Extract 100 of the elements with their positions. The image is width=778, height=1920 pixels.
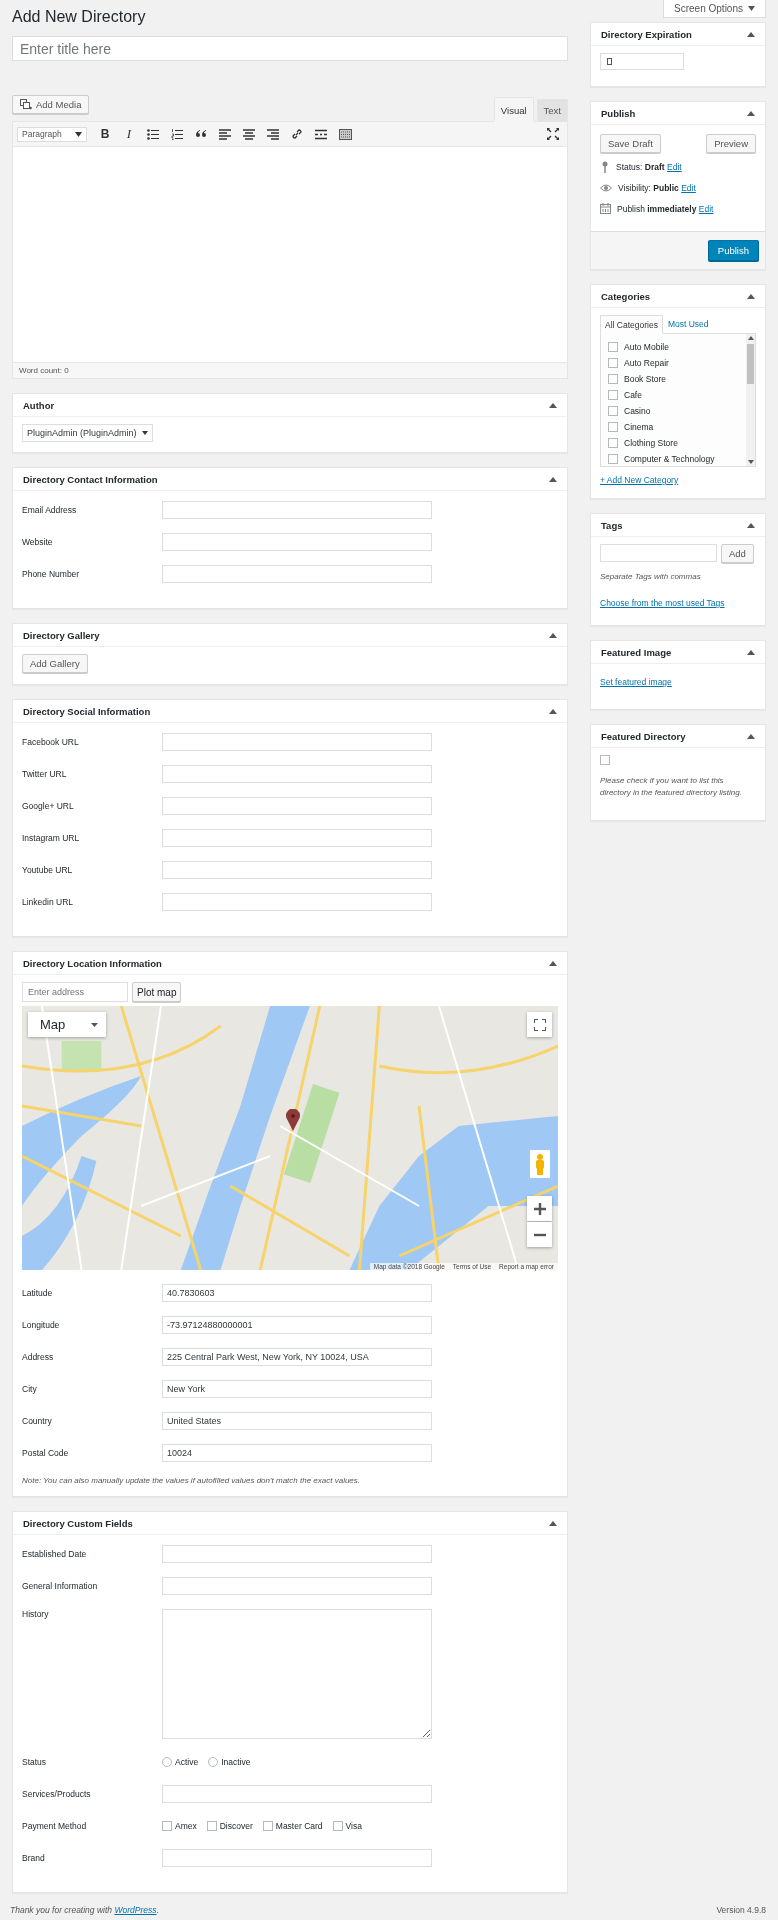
field-label: Status [22, 1757, 48, 1767]
text-field[interactable] [162, 861, 432, 879]
panel-title: Featured Directory [601, 730, 686, 742]
text-field[interactable] [162, 829, 432, 847]
publish-button[interactable]: Publish [707, 240, 759, 261]
align-center-icon[interactable] [243, 128, 255, 140]
checkbox[interactable] [206, 1821, 217, 1831]
add-media-button[interactable]: Add Media [12, 95, 90, 114]
collapse-arrow-icon[interactable] [549, 632, 557, 638]
publish-info: Status: Draft Edit [616, 162, 682, 172]
text-field[interactable] [162, 501, 432, 519]
date-field[interactable] [600, 53, 684, 70]
collapse-arrow-icon[interactable] [747, 733, 755, 739]
collapse-arrow-icon[interactable] [549, 402, 557, 408]
category-tab[interactable]: All Categories [600, 315, 663, 334]
checkbox[interactable] [608, 374, 618, 384]
bulleted-list-icon[interactable] [147, 128, 159, 140]
italic-button[interactable]: I [123, 126, 135, 142]
keyboard-icon[interactable] [339, 128, 352, 140]
scroll-up-icon[interactable] [747, 336, 754, 340]
edit-link[interactable]: Edit [667, 162, 682, 172]
screen-options-button[interactable]: Screen Options [663, 0, 766, 18]
text-field[interactable] [162, 1545, 432, 1563]
checkbox[interactable] [608, 342, 618, 352]
collapse-arrow-icon[interactable] [747, 31, 755, 37]
plot-map-button[interactable]: Plot map [132, 982, 182, 1002]
checkbox[interactable] [262, 1821, 273, 1831]
collapse-arrow-icon[interactable] [747, 293, 755, 299]
zoom-out-button[interactable] [527, 1222, 552, 1247]
numbered-list-icon[interactable] [171, 128, 183, 140]
scrollbar[interactable] [746, 334, 755, 466]
add-category-link[interactable]: + Add New Category [600, 475, 679, 485]
save-draft-button[interactable]: Save Draft [600, 134, 661, 153]
text-field[interactable] [162, 1577, 432, 1595]
align-right-icon[interactable] [267, 128, 279, 140]
option-label: Active [175, 1757, 199, 1767]
collapse-arrow-icon[interactable] [549, 1520, 557, 1526]
text-field[interactable]: New York [162, 1380, 432, 1398]
checkbox[interactable] [608, 422, 618, 432]
checkbox[interactable] [608, 438, 618, 448]
collapse-arrow-icon[interactable] [549, 476, 557, 482]
title-field[interactable]: Enter title here [12, 36, 568, 61]
collapse-arrow-icon[interactable] [747, 522, 755, 528]
category-tab[interactable]: Most Used [662, 315, 714, 333]
editor-tab[interactable]: Text [536, 99, 568, 122]
text-field[interactable] [162, 565, 432, 583]
checkbox[interactable] [608, 454, 618, 464]
text-field[interactable] [162, 765, 432, 783]
tag-field[interactable] [600, 544, 717, 562]
collapse-arrow-icon[interactable] [549, 960, 557, 966]
collapse-arrow-icon[interactable] [549, 708, 557, 714]
editor-tab[interactable]: Visual [493, 97, 534, 122]
text-field[interactable] [162, 1849, 432, 1867]
address-search-field[interactable]: Enter address [22, 982, 128, 1002]
publish-info: Publish immediately Edit [617, 203, 714, 214]
edit-link[interactable]: Edit [698, 203, 714, 214]
preview-button[interactable]: Preview [706, 134, 756, 153]
collapse-arrow-icon[interactable] [747, 110, 755, 116]
eye-icon [600, 184, 612, 192]
checkbox[interactable] [162, 1821, 172, 1831]
text-field[interactable]: 10024 [162, 1444, 432, 1462]
align-left-icon[interactable] [219, 128, 231, 140]
person-icon[interactable] [530, 1150, 550, 1178]
set-image-link[interactable]: Set featured image [600, 677, 672, 687]
checkbox[interactable] [608, 358, 618, 368]
edit-link[interactable]: Edit [681, 183, 696, 193]
most-used-tags-link[interactable]: Choose from the most used Tags [600, 598, 725, 608]
field-label: Instagram URL [22, 833, 81, 843]
fullscreen-icon[interactable] [547, 128, 559, 140]
link-icon[interactable] [291, 128, 303, 140]
text-area[interactable] [162, 1609, 432, 1739]
map-type-dropdown[interactable]: Map [28, 1012, 106, 1037]
checkbox[interactable] [600, 755, 610, 765]
text-field[interactable] [162, 733, 432, 751]
text-field[interactable]: -73.97124880000001 [162, 1316, 432, 1334]
note-text: Note: You can also manually update the values if autofilled values don't match the exact values. [22, 1476, 362, 1485]
scroll-down-icon[interactable] [747, 460, 754, 464]
text-field[interactable] [162, 1785, 432, 1803]
add-gallery-button[interactable]: Add Gallery [22, 654, 88, 673]
author-select[interactable]: PluginAdmin (PluginAdmin) [22, 424, 153, 442]
text-field[interactable]: 225 Central Park West, New York, NY 10024, USA [162, 1348, 432, 1366]
zoom-in-button[interactable] [527, 1196, 552, 1221]
quote-icon[interactable] [195, 129, 207, 139]
text-field[interactable] [162, 893, 432, 911]
checkbox[interactable] [608, 406, 618, 416]
field-label: Brand [22, 1853, 46, 1863]
text-field[interactable] [162, 533, 432, 551]
read-more-icon[interactable] [315, 128, 327, 140]
format-dropdown[interactable]: Paragraph [17, 126, 87, 142]
text-field[interactable]: United States [162, 1412, 432, 1430]
collapse-arrow-icon[interactable] [747, 649, 755, 655]
add-tag-button[interactable]: Add [721, 544, 754, 563]
field-label: Services/Products [22, 1789, 92, 1799]
text-field[interactable] [162, 797, 432, 815]
bold-button[interactable]: B [99, 127, 111, 141]
text-field[interactable]: 40.7830603 [162, 1284, 432, 1302]
checkbox[interactable] [332, 1821, 343, 1831]
checkbox[interactable] [608, 390, 618, 400]
fullscreen-button[interactable] [527, 1012, 552, 1037]
scrollbar-thumb[interactable] [747, 344, 754, 384]
